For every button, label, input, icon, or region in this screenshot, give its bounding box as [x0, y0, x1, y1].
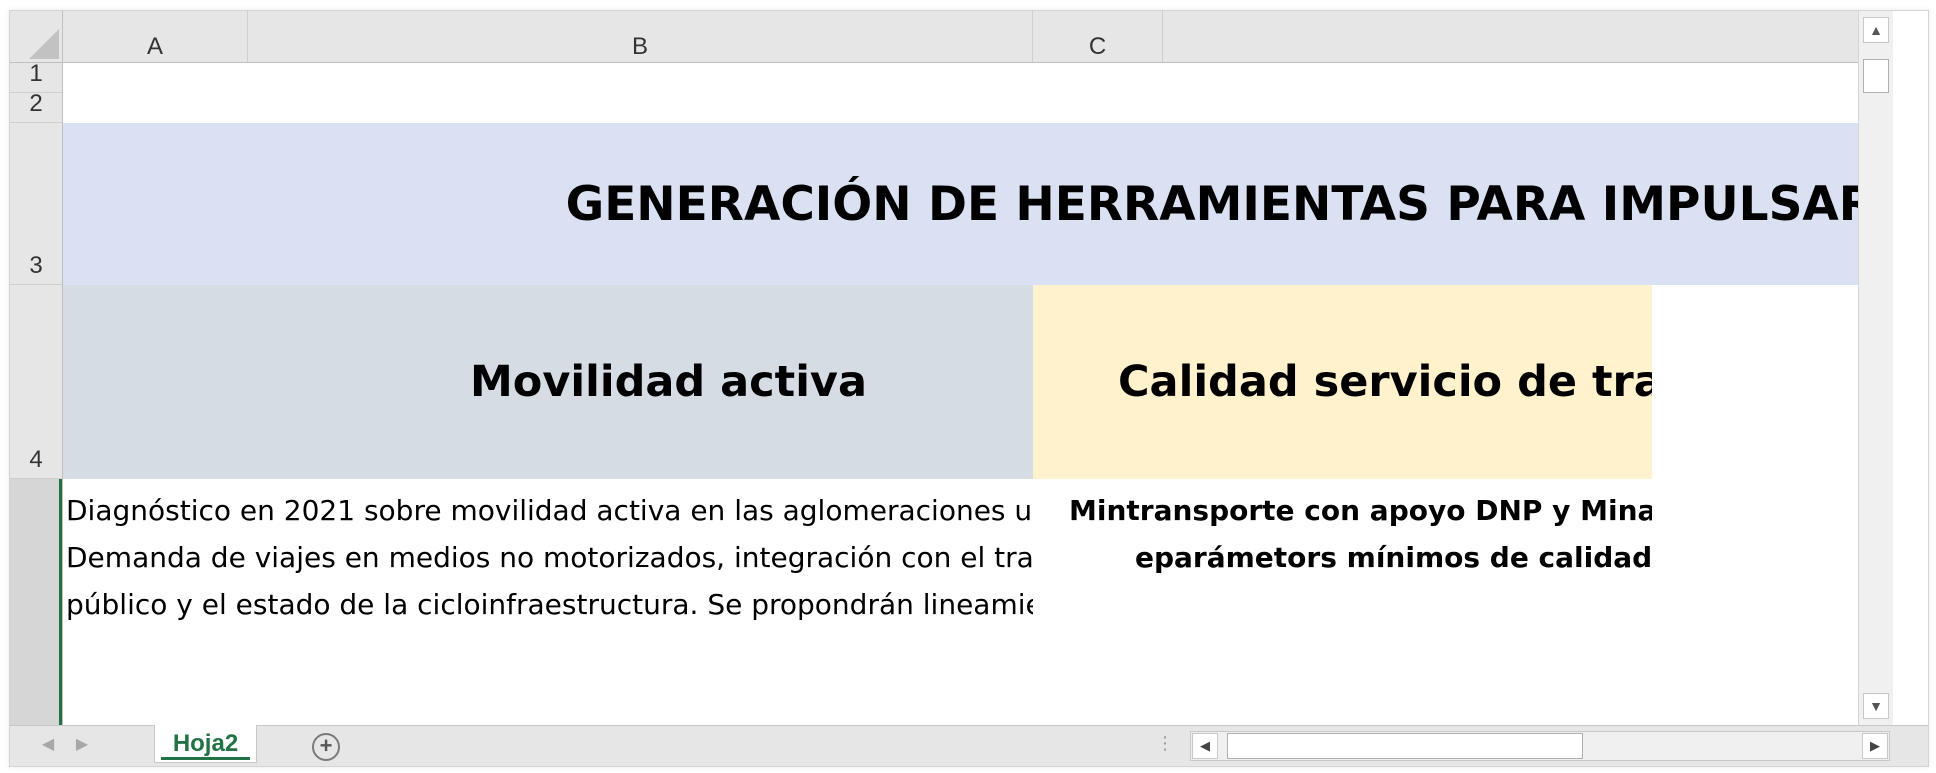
row-header-4[interactable]: 4: [10, 285, 62, 479]
cell-area: GENERACIÓN DE HERRAMIENTAS PARA IMPULSAR…: [63, 63, 1893, 725]
prev-sheet-icon[interactable]: ◀: [38, 734, 58, 754]
diagnostico-line-3: público y el estado de la cicloinfraestr…: [66, 588, 1033, 621]
mintransporte-line-2: eparámetors mínimos de calidad d: [1135, 541, 1652, 574]
column-header-a[interactable]: A: [63, 11, 248, 62]
column-header-b[interactable]: B: [248, 11, 1033, 62]
scroll-up-icon[interactable]: ▲: [1863, 17, 1889, 43]
row-header-column: 1 2 3 4: [10, 60, 63, 725]
horizontal-scrollbar[interactable]: ◀ ▶: [1190, 731, 1890, 761]
calidad-servicio-header-cell[interactable]: Calidad servicio de trans: [1033, 285, 1652, 479]
horizontal-scroll-thumb[interactable]: [1227, 733, 1583, 759]
vertical-scrollbar[interactable]: ▲ ▼: [1858, 11, 1893, 725]
column-header-row: A B C: [10, 11, 1893, 63]
select-all-corner[interactable]: [10, 11, 63, 62]
sheet-tab-hoja2[interactable]: Hoja2: [154, 725, 257, 763]
column-header-c[interactable]: C: [1033, 11, 1163, 62]
select-all-triangle-icon: [29, 29, 59, 59]
next-sheet-icon[interactable]: ▶: [72, 734, 92, 754]
row-header-5-selected[interactable]: [10, 479, 62, 725]
row-header-3[interactable]: 3: [10, 123, 62, 285]
add-sheet-icon[interactable]: +: [312, 733, 340, 761]
mintransporte-line-1: Mintransporte con apoyo DNP y Minar: [1069, 494, 1652, 527]
row-header-1[interactable]: 1: [10, 60, 62, 93]
scroll-right-icon[interactable]: ▶: [1862, 733, 1888, 759]
split-handle-icon[interactable]: ⋮: [1156, 733, 1174, 754]
vertical-scroll-thumb[interactable]: [1863, 59, 1889, 93]
spreadsheet-window: A B C 1 2 3 4 GENERACIÓN DE HERRAMIENTAS…: [9, 10, 1929, 767]
scroll-down-icon[interactable]: ▼: [1863, 693, 1889, 719]
title-cell[interactable]: GENERACIÓN DE HERRAMIENTAS PARA IMPULSAR: [63, 123, 1893, 285]
scroll-left-icon[interactable]: ◀: [1192, 733, 1218, 759]
diagnostico-line-2: Demanda de viajes en medios no motorizad…: [66, 541, 1033, 574]
diagnostico-line-1: Diagnóstico en 2021 sobre movilidad acti…: [66, 494, 1033, 527]
sheet-tab-bar: ◀ ▶ Hoja2 + ⋮ ◀ ▶: [10, 725, 1928, 766]
sheet-grid: A B C 1 2 3 4 GENERACIÓN DE HERRAMIENTAS…: [10, 11, 1893, 725]
diagnostico-cell[interactable]: Diagnóstico en 2021 sobre movilidad acti…: [63, 479, 1033, 621]
row-header-2[interactable]: 2: [10, 90, 62, 123]
mintransporte-cell[interactable]: Mintransporte con apoyo DNP y Minar epar…: [1033, 479, 1652, 621]
